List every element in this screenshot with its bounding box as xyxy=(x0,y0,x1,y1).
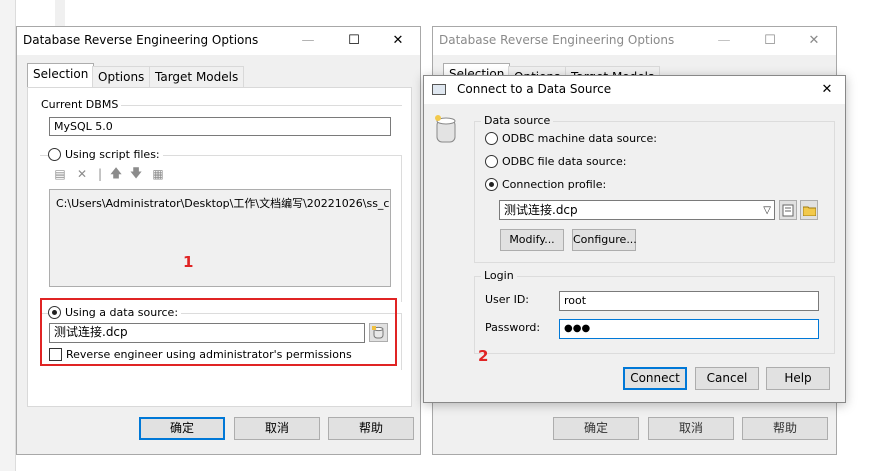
odbc-machine-radio[interactable]: ODBC machine data source: xyxy=(485,132,657,145)
current-dbms-label: Current DBMS xyxy=(38,98,122,111)
radio-dot xyxy=(485,132,498,145)
connection-profile-radio[interactable]: Connection profile: xyxy=(485,178,606,191)
cancel-button[interactable]: 取消 xyxy=(648,417,734,440)
maximize-icon[interactable]: ☐ xyxy=(759,31,781,51)
current-dbms-field: MySQL 5.0 xyxy=(49,117,391,136)
dialog-title: Database Reverse Engineering Options xyxy=(23,33,259,47)
script-toolbar: ▤ ✕ | 🡅 🡇 ▦ xyxy=(52,166,172,182)
script-file-path: C:\Users\Administrator\Desktop\工作\文档编写\2… xyxy=(56,197,391,210)
help-button[interactable]: 帮助 xyxy=(742,417,828,440)
dialog-title: Database Reverse Engineering Options xyxy=(439,33,675,47)
highlight-box-data-source xyxy=(40,298,397,366)
script-files-radio[interactable]: Using script files: xyxy=(48,148,163,161)
configure-button[interactable]: Configure... xyxy=(572,229,637,251)
background-pane xyxy=(0,0,16,471)
data-source-group-label: Data source xyxy=(481,114,554,127)
cancel-button[interactable]: 取消 xyxy=(234,417,320,440)
tab-target-models[interactable]: Target Models xyxy=(149,66,245,88)
separator-icon: | xyxy=(97,167,103,181)
title-bar: Database Reverse Engineering Options — ☐… xyxy=(17,27,420,55)
odbc-file-radio[interactable]: ODBC file data source: xyxy=(485,155,626,168)
connect-button[interactable]: Connect xyxy=(623,367,687,390)
document-icon xyxy=(782,204,794,216)
login-group: Login xyxy=(474,269,835,354)
browse-folder-button[interactable] xyxy=(800,200,818,220)
close-icon[interactable]: ✕ xyxy=(387,31,409,51)
annotation-1: 1 xyxy=(183,253,194,271)
maximize-icon[interactable]: ☐ xyxy=(343,31,365,51)
background-strip xyxy=(55,0,65,28)
add-file-icon[interactable]: ▤ xyxy=(52,166,68,182)
password-field[interactable]: ●●● xyxy=(559,319,819,339)
close-icon[interactable]: ✕ xyxy=(816,80,838,100)
user-id-field[interactable]: root xyxy=(559,291,819,311)
close-icon[interactable]: ✕ xyxy=(803,31,825,51)
title-bar: Database Reverse Engineering Options — ☐… xyxy=(433,27,836,55)
minimize-icon[interactable]: — xyxy=(297,31,319,51)
properties-button[interactable] xyxy=(779,200,797,220)
ok-button[interactable]: 确定 xyxy=(553,417,639,440)
radio-dot xyxy=(48,148,61,161)
move-up-icon[interactable]: 🡅 xyxy=(108,166,124,182)
cancel-button[interactable]: Cancel xyxy=(695,367,759,390)
radio-dot-selected xyxy=(485,178,498,191)
help-button[interactable]: 帮助 xyxy=(328,417,414,440)
browse-file-icon[interactable]: ▦ xyxy=(150,166,166,182)
help-button[interactable]: Help xyxy=(766,367,830,390)
delete-icon[interactable]: ✕ xyxy=(74,166,90,182)
tab-options[interactable]: Options xyxy=(92,66,151,88)
dialog-title: Connect to a Data Source xyxy=(457,82,612,96)
reverse-engineering-dialog: Database Reverse Engineering Options — ☐… xyxy=(16,26,421,455)
app-icon xyxy=(432,84,446,95)
title-bar: Connect to a Data Source ✕ xyxy=(424,76,845,104)
annotation-2: 2 xyxy=(478,347,489,365)
connection-profile-select[interactable]: 测试连接.dcp ▽ xyxy=(499,200,775,220)
tab-selection[interactable]: Selection xyxy=(27,63,95,88)
password-label: Password: xyxy=(485,321,541,334)
minimize-icon[interactable]: — xyxy=(713,31,735,51)
modify-button[interactable]: Modify... xyxy=(500,229,564,251)
move-down-icon[interactable]: 🡇 xyxy=(128,166,144,182)
script-files-list[interactable]: C:\Users\Administrator\Desktop\工作\文档编写\2… xyxy=(49,189,391,287)
database-icon xyxy=(434,114,458,147)
ok-button[interactable]: 确定 xyxy=(139,417,225,440)
user-id-label: User ID: xyxy=(485,293,529,306)
folder-icon xyxy=(802,206,816,216)
login-group-label: Login xyxy=(481,269,517,282)
chevron-down-icon: ▽ xyxy=(763,205,771,216)
radio-dot xyxy=(485,155,498,168)
